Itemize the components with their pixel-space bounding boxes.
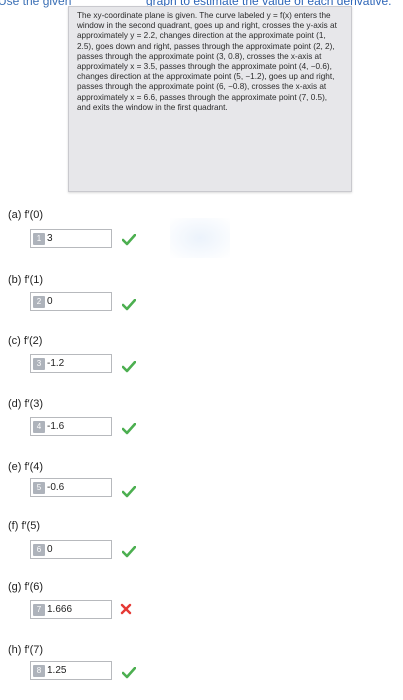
check-icon [122,234,136,246]
answer-field-d[interactable]: 4 -1.6 [30,417,112,436]
cross-icon [120,603,132,615]
answer-value: -0.6 [47,482,65,493]
answer-value: -1.6 [47,421,65,432]
answer-number-tag: 7 [33,603,45,616]
answer-field-g[interactable]: 7 1.666 [30,600,112,619]
graph-description-tooltip: The xy-coordinate plane is given. The cu… [68,6,352,192]
check-icon [122,667,136,679]
part-e-label: (e) f′(4) [8,461,44,473]
answer-field-b[interactable]: 2 0 [30,292,112,311]
answer-number-tag: 6 [33,543,45,556]
glare-decoration [170,218,230,258]
answer-value: 0 [47,296,53,307]
check-icon [122,423,136,435]
answer-field-c[interactable]: 3 -1.2 [30,354,112,373]
answer-number-tag: 2 [33,295,45,308]
answer-number-tag: 5 [33,481,45,494]
answer-value: 3 [47,233,53,244]
part-a-label: (a) f′(0) [8,209,44,221]
check-icon [122,361,136,373]
answer-number-tag: 8 [33,664,45,677]
check-icon [122,546,136,558]
part-d-label: (d) f′(3) [8,398,44,410]
answer-value: 1.666 [47,604,73,615]
answer-field-f[interactable]: 6 0 [30,540,112,559]
answer-value: 1.25 [47,665,67,676]
answer-field-h[interactable]: 8 1.25 [30,661,112,680]
part-h-label: (h) f′(7) [8,644,44,656]
answer-number-tag: 1 [33,232,45,245]
answer-value: 0 [47,544,53,555]
graph-description-text: The xy-coordinate plane is given. The cu… [77,11,337,112]
part-b-label: (b) f′(1) [8,274,44,286]
answer-field-a[interactable]: 1 3 [30,229,112,248]
answer-number-tag: 3 [33,357,45,370]
answer-field-e[interactable]: 5 -0.6 [30,478,112,497]
check-icon [122,299,136,311]
answer-value: -1.2 [47,358,65,369]
part-g-label: (g) f′(6) [8,581,44,593]
check-icon [122,486,136,498]
instruction-text-left: Use the given [0,0,72,8]
part-f-label: (f) f′(5) [8,520,41,532]
answer-number-tag: 4 [33,420,45,433]
part-c-label: (c) f′(2) [8,335,43,347]
